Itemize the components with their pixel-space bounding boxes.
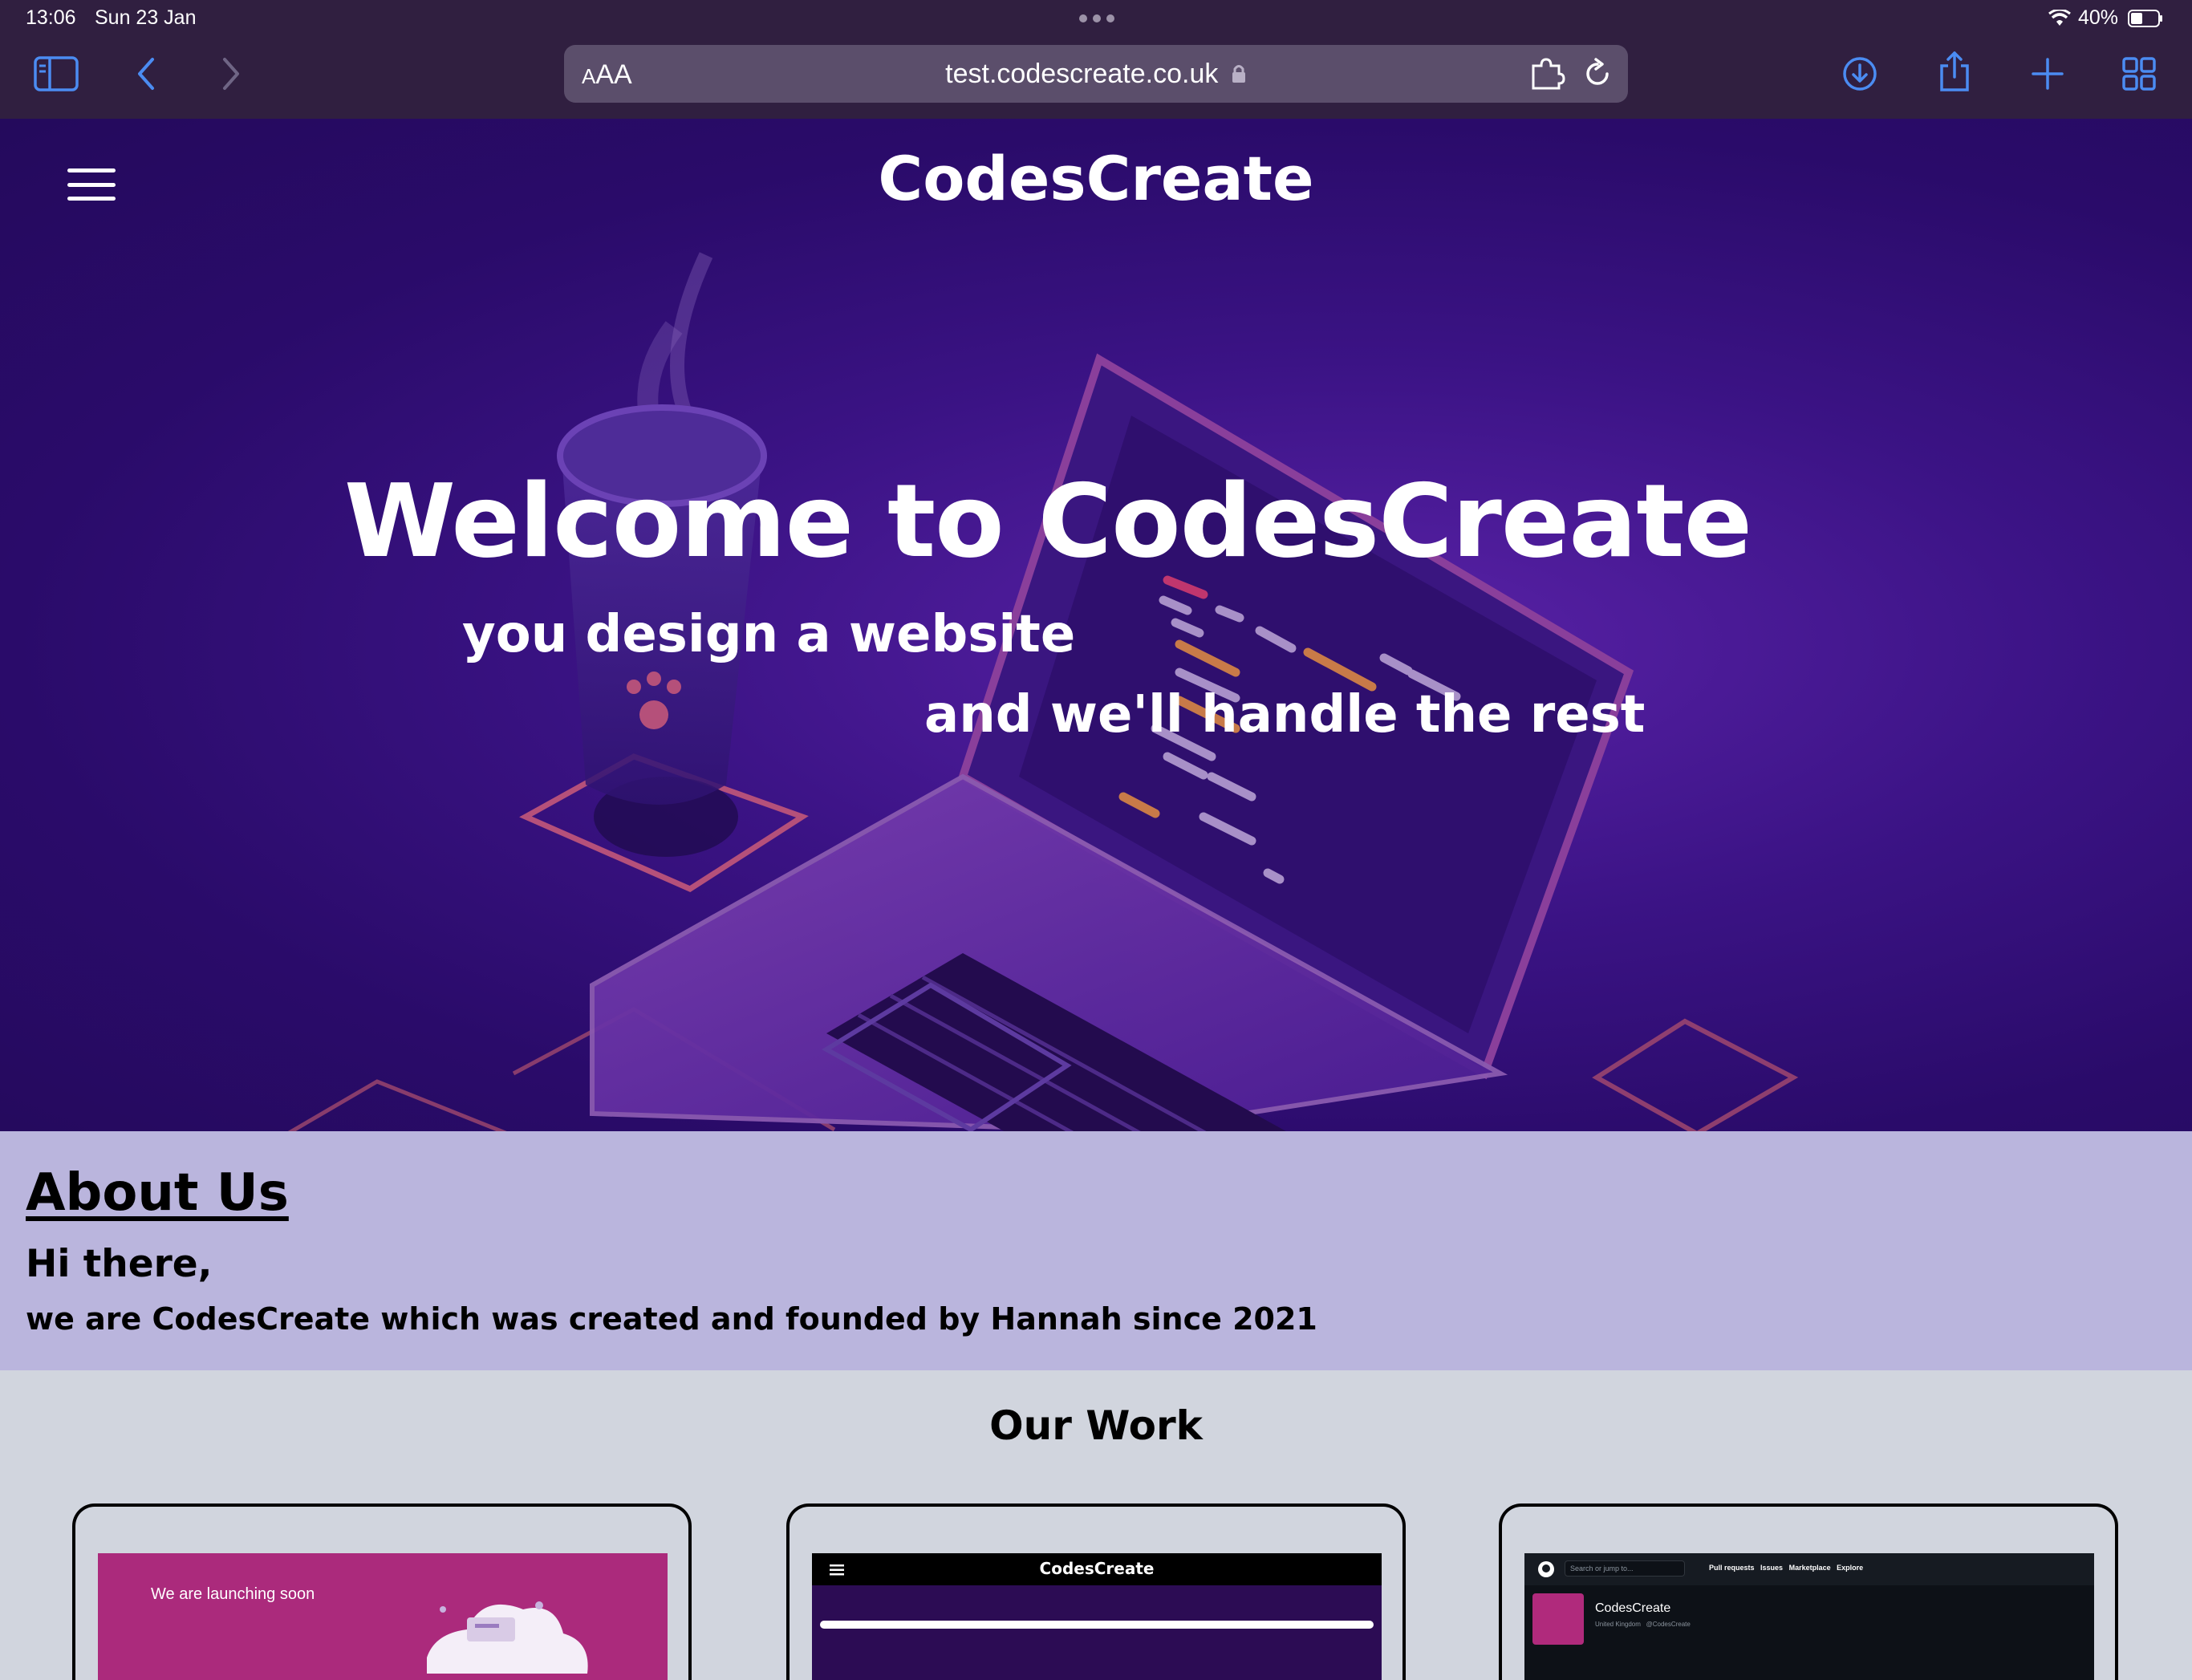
card-3-handle: @CodesCreate <box>1646 1621 1691 1628</box>
back-icon[interactable] <box>135 56 157 91</box>
work-card-2-screenshot: CodesCreate <box>812 1553 1382 1680</box>
reload-icon[interactable] <box>1581 58 1614 90</box>
sidebar-toggle-icon[interactable] <box>34 56 79 91</box>
card-3-location: United Kingdom <box>1595 1621 1641 1628</box>
extension-icon[interactable] <box>1530 58 1565 90</box>
laptop-coffee-illustration <box>287 252 1799 1131</box>
card-3-avatar <box>1532 1593 1584 1645</box>
work-card-1-screenshot: We are launching soon <box>98 1553 668 1680</box>
card-3-nav-item: Issues <box>1760 1564 1784 1572</box>
forward-icon[interactable] <box>220 56 242 91</box>
card-3-nav-item: Pull requests <box>1709 1564 1755 1572</box>
browser-chrome: 13:06 Sun 23 Jan 40% AAA test.codescreat… <box>0 0 2192 119</box>
url-text: test.codescreate.co.uk <box>945 59 1219 89</box>
lock-icon <box>1232 65 1245 83</box>
work-card-1[interactable]: We are launching soon <box>72 1503 692 1680</box>
github-icon <box>1538 1561 1554 1577</box>
work-title: Our Work <box>989 1402 1203 1449</box>
card-3-nav-item: Marketplace <box>1788 1564 1831 1572</box>
tab-overview-icon[interactable] <box>2121 56 2157 91</box>
new-tab-icon[interactable] <box>2030 56 2065 91</box>
work-card-2-caption: CodesCreate <box>1039 1559 1155 1578</box>
wifi-icon <box>2048 10 2071 26</box>
work-card-3-caption: CodesCreate <box>1595 1601 1671 1615</box>
about-text: we are CodesCreate which was created and… <box>26 1301 1317 1337</box>
hero-section: CodesCreate Welcome to CodesCreate you d… <box>0 119 2192 1131</box>
battery-icon <box>2128 10 2162 27</box>
about-title: About Us <box>26 1163 289 1223</box>
battery-percent: 40% <box>2078 6 2119 29</box>
work-section: Our Work We are launching soon CodesCrea… <box>0 1370 2192 1680</box>
work-card-3-screenshot: Search or jump to... Pull requests Issue… <box>1524 1553 2094 1680</box>
about-section: About Us Hi there, we are CodesCreate wh… <box>0 1131 2192 1370</box>
share-icon[interactable] <box>1938 50 1971 93</box>
hero-heading: Welcome to CodesCreate <box>343 462 1752 580</box>
status-date: Sun 23 Jan <box>95 6 197 29</box>
launch-illustration <box>427 1601 588 1674</box>
work-card-3[interactable]: Search or jump to... Pull requests Issue… <box>1499 1503 2118 1680</box>
about-greeting: Hi there, <box>26 1242 213 1286</box>
status-time: 13:06 <box>26 6 76 29</box>
address-bar[interactable]: AAA test.codescreate.co.uk <box>564 45 1628 103</box>
work-card-1-caption: We are launching soon <box>151 1585 315 1603</box>
multitasking-dots-icon[interactable] <box>1079 14 1114 22</box>
card-3-search: Search or jump to... <box>1565 1560 1685 1577</box>
hero-tagline-line2: and we'll handle the rest <box>924 685 1646 745</box>
downloads-icon[interactable] <box>1842 56 1877 91</box>
work-card-2[interactable]: CodesCreate <box>786 1503 1406 1680</box>
hero-tagline-line1: you design a website <box>462 605 1076 664</box>
card-3-nav-item: Explore <box>1837 1564 1864 1572</box>
site-title[interactable]: CodesCreate <box>0 143 2192 214</box>
